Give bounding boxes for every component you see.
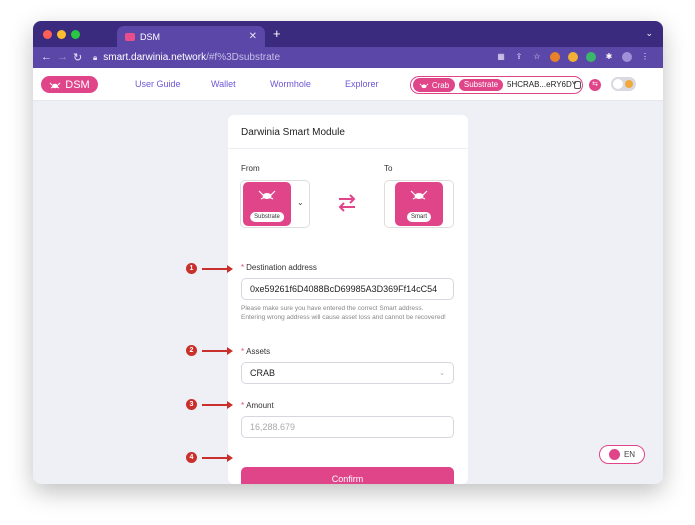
- globe-icon: [608, 449, 620, 460]
- grammar-extension-icon[interactable]: [586, 52, 596, 62]
- annotation-number: 4: [186, 452, 197, 463]
- address-hint: Please make sure you have entered the co…: [241, 305, 446, 321]
- from-label: From: [241, 164, 260, 173]
- required-mark: *: [241, 347, 245, 356]
- right-arrow-icon: [202, 264, 233, 273]
- metamask-extension-icon[interactable]: [550, 52, 560, 62]
- annotation-number: 2: [186, 345, 197, 356]
- network-selector[interactable]: Crab: [413, 78, 455, 92]
- account-type-badge: Substrate: [458, 78, 504, 92]
- crab-icon: [419, 83, 429, 88]
- destination-label-text: Destination address: [246, 263, 317, 272]
- tab-title: DSM: [140, 31, 160, 42]
- chevron-down-icon: ⌄: [439, 370, 445, 377]
- divider: [228, 148, 468, 149]
- share-icon[interactable]: ⇪: [514, 52, 524, 62]
- theme-toggle[interactable]: [611, 77, 636, 91]
- crab-icon: [410, 190, 428, 200]
- url-path: /#f%3Dsubstrate: [206, 52, 281, 63]
- language-button[interactable]: EN: [599, 445, 645, 464]
- annotation-number: 3: [186, 399, 197, 410]
- required-mark: *: [241, 401, 245, 410]
- sun-icon: [625, 80, 633, 88]
- annotation-2: 2: [186, 345, 233, 356]
- back-icon[interactable]: ←: [41, 51, 52, 63]
- browser-menu-icon[interactable]: ⋮: [640, 52, 650, 62]
- close-tab-icon[interactable]: ✕: [249, 31, 257, 42]
- logo-label: DSM: [65, 78, 90, 91]
- translate-icon[interactable]: ▦: [496, 52, 506, 62]
- annotation-1: 1: [186, 263, 233, 274]
- url-host: smart.darwinia.network: [103, 52, 207, 63]
- toggle-knob: [613, 79, 623, 89]
- account-network-pill[interactable]: Crab Substrate 5HCRAB...eRY6DY: [410, 76, 583, 94]
- lock-icon: 🔒︎: [93, 52, 98, 62]
- from-chain-badge: Substrate: [250, 212, 284, 222]
- crab-icon: [49, 82, 61, 88]
- to-chain-tile: Smart: [395, 182, 443, 226]
- amount-placeholder: 16,288.679: [250, 422, 296, 432]
- confirm-button[interactable]: Confirm: [241, 467, 454, 484]
- right-arrow-icon: [202, 400, 233, 409]
- extensions-puzzle-icon[interactable]: ✱: [604, 52, 614, 62]
- assets-value: CRAB: [250, 368, 276, 378]
- dsm-favicon-icon: [125, 32, 135, 41]
- forward-icon[interactable]: →: [57, 51, 68, 63]
- profile-avatar-icon[interactable]: [622, 52, 632, 62]
- account-address: 5HCRAB...eRY6DY: [507, 80, 578, 89]
- dsm-logo[interactable]: DSM: [41, 76, 98, 93]
- swap-direction-icon[interactable]: [336, 194, 358, 212]
- amount-label: * Amount: [241, 401, 274, 410]
- address-bar: ← → ↻ 🔒︎ smart.darwinia.network /#f%3Dsu…: [33, 47, 663, 68]
- tab-strip: DSM ✕ + ⌄: [33, 21, 663, 47]
- destination-address-input[interactable]: 0xe59261f6D4088BcD69985A3D369Ff14cC54: [241, 278, 454, 300]
- browser-window: DSM ✕ + ⌄ ← → ↻ 🔒︎ smart.darwinia.networ…: [33, 21, 663, 484]
- from-chain-selector[interactable]: Substrate ⌄: [240, 180, 310, 228]
- assets-label-text: Assets: [246, 347, 271, 356]
- network-label: Crab: [431, 80, 450, 90]
- bookmark-star-icon[interactable]: ☆: [532, 52, 542, 62]
- nav-wormhole[interactable]: Wormhole: [270, 79, 311, 89]
- to-chain-badge: Smart: [406, 212, 432, 222]
- amount-input[interactable]: 16,288.679: [241, 416, 454, 438]
- close-window-button[interactable]: [43, 30, 52, 39]
- annotation-number: 1: [186, 263, 197, 274]
- minimize-window-button[interactable]: [57, 30, 66, 39]
- assets-select[interactable]: CRAB ⌄: [241, 362, 454, 384]
- right-arrow-icon: [202, 346, 233, 355]
- copy-icon[interactable]: [574, 81, 581, 89]
- extension-icon[interactable]: [568, 52, 578, 62]
- to-chain-display: Smart: [384, 180, 454, 228]
- new-tab-icon[interactable]: +: [273, 26, 281, 41]
- nav-explorer[interactable]: Explorer: [345, 79, 379, 89]
- card-title: Darwinia Smart Module: [241, 127, 345, 138]
- annotation-4: 4: [186, 452, 233, 463]
- browser-tab[interactable]: DSM ✕: [117, 26, 265, 47]
- switch-account-icon[interactable]: ⇆: [589, 79, 601, 91]
- crab-icon: [258, 190, 276, 200]
- language-label: EN: [623, 450, 636, 459]
- nav-wallet[interactable]: Wallet: [211, 79, 236, 89]
- assets-label: * Assets: [241, 347, 270, 356]
- right-arrow-icon: [202, 453, 233, 462]
- to-label: To: [384, 164, 393, 173]
- destination-label: * Destination address: [241, 263, 317, 272]
- maximize-window-button[interactable]: [71, 30, 80, 39]
- destination-address-value: 0xe59261f6D4088BcD69985A3D369Ff14cC54: [250, 284, 438, 294]
- amount-label-text: Amount: [246, 401, 274, 410]
- url-field[interactable]: 🔒︎ smart.darwinia.network /#f%3Dsubstrat…: [93, 50, 495, 65]
- nav-user-guide[interactable]: User Guide: [135, 79, 181, 89]
- transfer-card: Darwinia Smart Module From To Substrate …: [228, 115, 468, 484]
- annotation-3: 3: [186, 399, 233, 410]
- required-mark: *: [241, 263, 245, 272]
- reload-icon[interactable]: ↻: [73, 51, 82, 64]
- tab-list-chevron-icon[interactable]: ⌄: [645, 28, 653, 39]
- app-header: DSM User Guide Wallet Wormhole Explorer …: [33, 68, 663, 101]
- from-chain-tile: Substrate: [243, 182, 291, 226]
- chevron-down-icon[interactable]: ⌄: [297, 198, 304, 207]
